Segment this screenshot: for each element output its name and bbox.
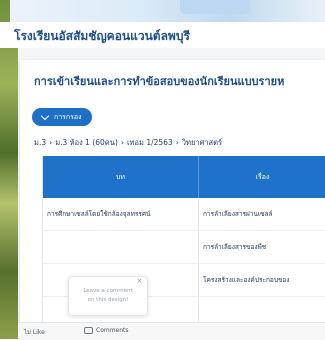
table-row[interactable]: การศึกษาเซลล์โดยใช้กล้องจุลทรรศน์ การลำเ…: [43, 198, 325, 231]
comments-button[interactable]: Comments: [84, 327, 129, 334]
table-row[interactable]: การลำเลียงสารของพืช: [43, 231, 325, 264]
close-icon[interactable]: ×: [135, 277, 144, 286]
breadcrumb-item-term[interactable]: เทอม 1/2563: [127, 138, 173, 147]
page-title: การเข้าเรียนและการทำข้อสอบของนักเรียนแบบ…: [34, 75, 285, 88]
breadcrumb-item-grade[interactable]: ม.3: [34, 138, 46, 147]
column-header-chapter: บท: [43, 156, 199, 198]
comment-popup-line1: Leave a comment: [83, 288, 133, 294]
breadcrumb-item-subject: วิทยาศาสตร์: [181, 138, 223, 147]
breadcrumb-item-class[interactable]: ม.3 ห้อง 1 (60คน): [55, 138, 118, 147]
breadcrumb: ม.3 › ม.3 ห้อง 1 (60คน) › เทอม 1/2563 › วิทยาศ…: [34, 137, 222, 149]
column-header-topic: เรื่อง: [255, 172, 270, 181]
topic-cell: การลำเลียงสารผ่านเซลล์: [203, 210, 273, 218]
school-header: โรงเรียนอัสสัมชัญคอนแวนต์ลพบุรี: [0, 22, 325, 48]
chevron-right-icon: ›: [120, 138, 124, 147]
chevron-down-icon: [40, 111, 50, 121]
filter-dropdown-button[interactable]: การกรอง: [32, 108, 92, 126]
background-photo-strip: [0, 0, 18, 339]
report-card: การเข้าเรียนและการทำข้อสอบของนักเรียนแบบ…: [20, 60, 325, 339]
topic-cell: การลำเลียงสารของพืช: [203, 243, 267, 251]
topic-cell: โครงสร้างและองค์ประกอบของ: [203, 276, 290, 284]
chapter-cell: [47, 231, 197, 263]
comment-popup-line2: on this design!: [87, 297, 129, 303]
filter-button-label: การกรอง: [54, 112, 82, 121]
chevron-right-icon: ›: [49, 138, 53, 147]
chapter-cell: การศึกษาเซลล์โดยใช้กล้องจุลทรรศน์: [47, 210, 151, 218]
top-banner: [10, 0, 325, 22]
bottom-toolbar: ไม่ Like Comments: [18, 322, 325, 340]
table-header: บท เรื่อง: [43, 156, 325, 198]
chevron-right-icon: ›: [175, 138, 179, 147]
comments-label: Comments: [96, 327, 129, 334]
school-name: โรงเรียนอัสสัมชัญคอนแวนต์ลพบุรี: [14, 29, 190, 43]
comment-bubble-icon: [84, 327, 93, 334]
like-button[interactable]: ไม่ Like: [24, 327, 45, 337]
